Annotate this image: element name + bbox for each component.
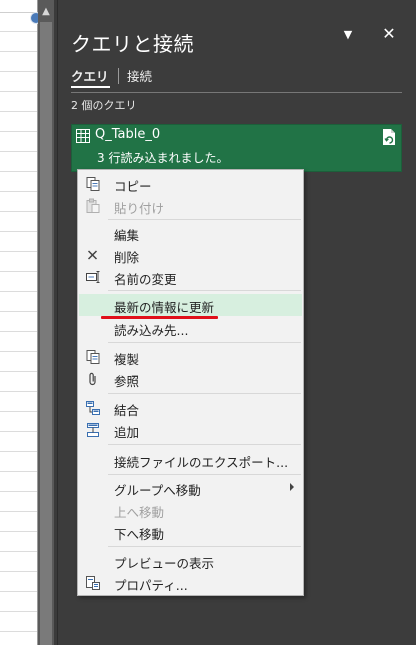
duplicate-icon	[86, 350, 100, 364]
copy-icon	[86, 177, 100, 191]
table-icon	[76, 129, 90, 143]
menu-item-duplicate[interactable]: 複製	[79, 346, 302, 368]
query-name: Q_Table_0	[95, 127, 161, 142]
red-underline-annotation	[101, 316, 218, 319]
menu-item-export-connection[interactable]: 接続ファイルのエクスポート...	[79, 449, 302, 471]
menu-item-refresh[interactable]: 最新の情報に更新	[79, 294, 302, 316]
menu-separator	[108, 393, 301, 394]
menu-item-label: 複製	[114, 352, 140, 367]
menu-item-reference[interactable]: 参照	[79, 368, 302, 390]
menu-item-merge[interactable]: 結合	[79, 397, 302, 419]
menu-item-move-up[interactable]: 上へ移動	[79, 499, 302, 521]
menu-item-label: グループへ移動	[114, 483, 201, 498]
menu-item-move-down[interactable]: 下へ移動	[79, 521, 302, 543]
menu-separator	[108, 290, 301, 291]
query-item-card[interactable]: Q_Table_0 3 行読み込まれました。	[71, 124, 402, 172]
menu-item-delete[interactable]: 削除	[79, 244, 302, 266]
menu-separator	[108, 546, 301, 547]
dropdown-triangle-icon[interactable]: ▼	[341, 28, 355, 42]
menu-item-label: 名前の変更	[114, 272, 177, 287]
menu-item-label: 貼り付け	[114, 201, 165, 216]
active-tab-indicator	[71, 86, 110, 88]
query-count: 2 個のクエリ	[71, 99, 137, 112]
menu-item-append[interactable]: 追加	[79, 419, 302, 441]
worksheet-grid[interactable]	[0, 0, 38, 645]
merge-icon	[86, 401, 100, 415]
menu-item-label: 上へ移動	[114, 505, 165, 520]
menu-item-label: 最新の情報に更新	[114, 300, 215, 315]
menu-item-label: 接続ファイルのエクスポート...	[114, 455, 289, 470]
query-context-menu: コピー 貼り付け 編集 削除 名前の変更 最新の情報に更新 読み込み先... 複…	[77, 169, 304, 596]
worksheet-header	[0, 0, 37, 13]
paste-icon	[86, 198, 100, 213]
menu-item-rename[interactable]: 名前の変更	[79, 266, 302, 288]
pane-divider	[71, 92, 402, 93]
menu-item-load-to[interactable]: 読み込み先...	[79, 317, 302, 339]
menu-item-label: コピー	[114, 179, 152, 194]
menu-item-label: 読み込み先...	[114, 323, 189, 338]
menu-item-properties[interactable]: プロパティ...	[79, 572, 302, 594]
append-icon	[87, 423, 99, 437]
query-status: 3 行読み込まれました。	[97, 151, 229, 165]
refresh-query-icon[interactable]	[381, 128, 397, 146]
tab-separator	[118, 68, 119, 84]
menu-item-label: プロパティ...	[114, 578, 188, 593]
scrollbar-thumb[interactable]	[40, 22, 52, 645]
tab-connections[interactable]: 接続	[127, 66, 152, 85]
delete-x-icon	[87, 250, 98, 260]
menu-item-label: 削除	[114, 250, 140, 265]
menu-item-move-to-group[interactable]: グループへ移動	[79, 477, 302, 499]
menu-item-label: 編集	[114, 228, 140, 243]
reference-clip-icon	[89, 372, 96, 386]
menu-item-show-preview[interactable]: プレビューの表示	[79, 550, 302, 572]
menu-item-label: 結合	[114, 403, 140, 418]
properties-icon	[86, 576, 100, 590]
menu-separator	[108, 219, 301, 220]
rename-icon	[86, 271, 100, 283]
menu-item-label: プレビューの表示	[114, 556, 215, 571]
menu-separator	[108, 342, 301, 343]
menu-item-edit[interactable]: 編集	[79, 222, 302, 244]
menu-separator	[108, 444, 301, 445]
menu-item-label: 参照	[114, 374, 140, 389]
menu-item-copy[interactable]: コピー	[79, 173, 302, 195]
menu-separator	[108, 474, 301, 475]
close-icon[interactable]: ✕	[381, 25, 397, 43]
pane-title: クエリと接続	[71, 32, 194, 56]
tab-queries[interactable]: クエリ	[71, 66, 109, 85]
menu-item-paste[interactable]: 貼り付け	[79, 195, 302, 217]
menu-item-label: 追加	[114, 425, 140, 440]
scroll-up-arrow-icon[interactable]: ▲	[38, 4, 54, 20]
submenu-arrow-icon	[290, 483, 294, 491]
menu-item-label: 下へ移動	[114, 527, 165, 542]
